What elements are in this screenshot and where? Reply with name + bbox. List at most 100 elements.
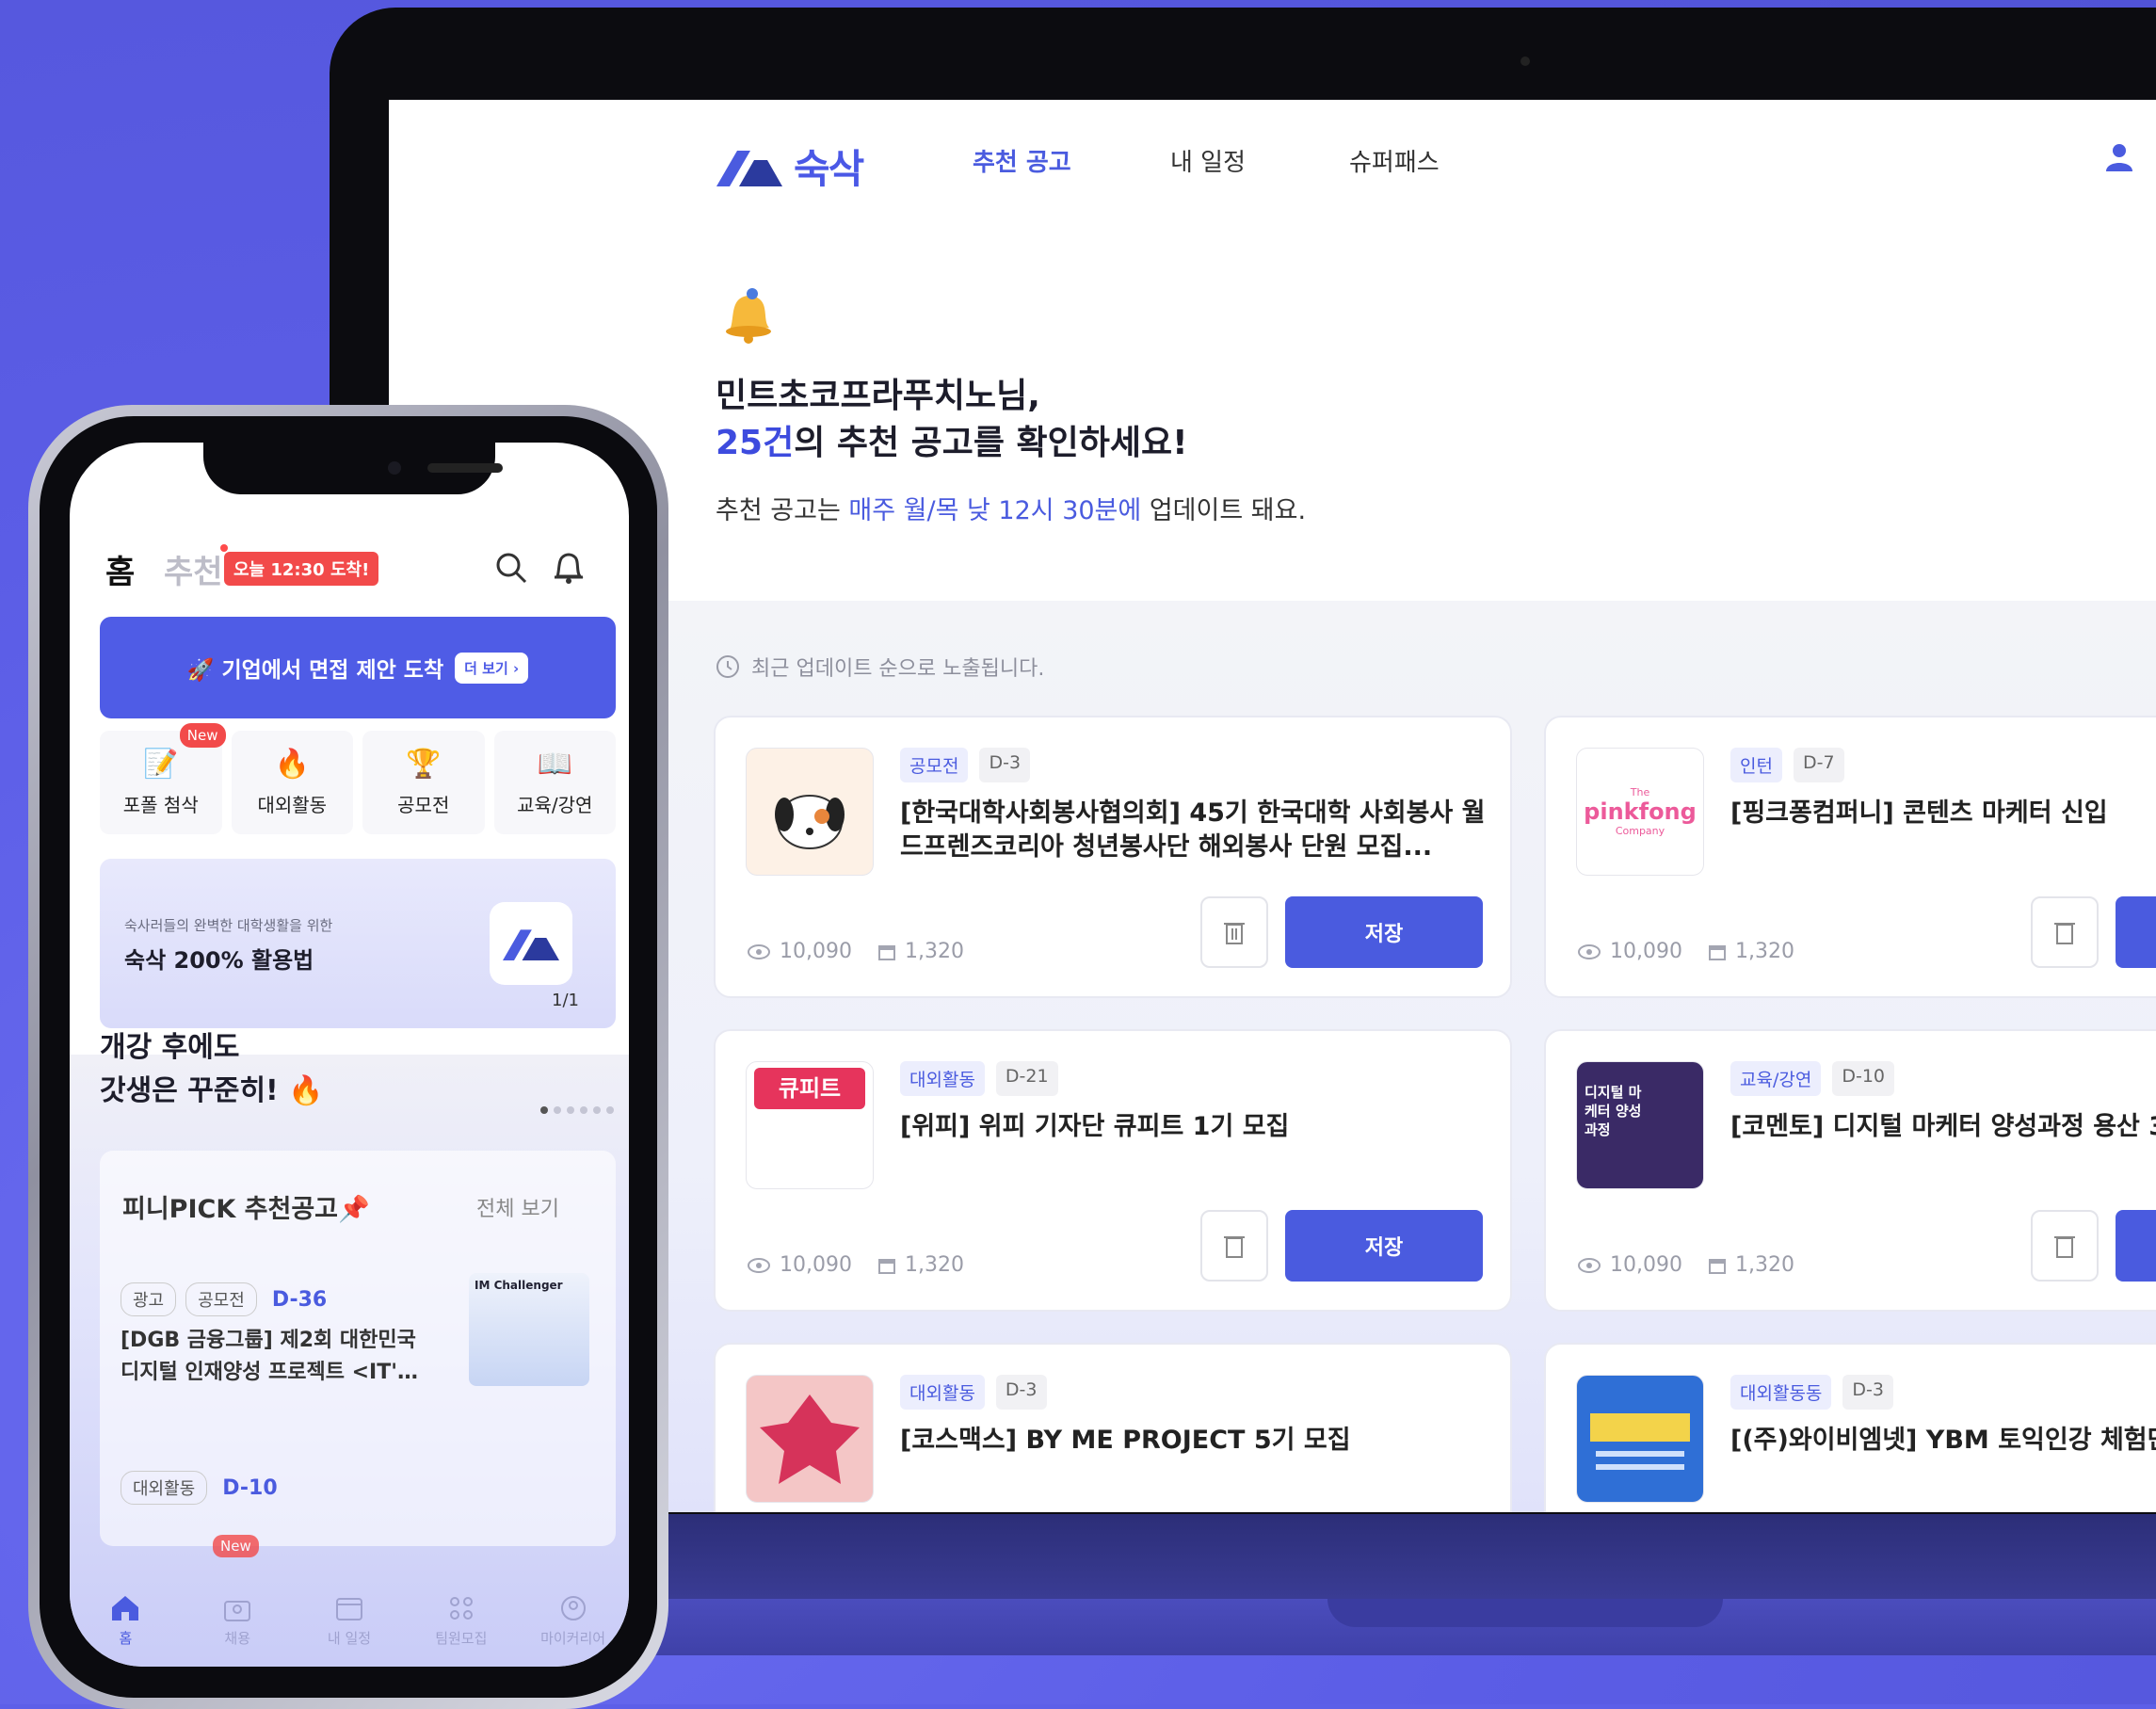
dday-badge: D-10: [222, 1475, 278, 1500]
delete-button[interactable]: [2031, 1210, 2099, 1282]
eye-icon: [748, 1257, 770, 1273]
briefcase-icon: [224, 1600, 251, 1621]
user-icon[interactable]: [2102, 139, 2136, 173]
category-shortcuts: 📝 포폴 첨삭 New 🔥 대외활동 🏆 공모전 📖 교육/강연: [100, 723, 616, 834]
trash-icon: [2054, 923, 2075, 944]
view-count: 10,090: [1610, 1253, 1682, 1277]
book-icon: 📖: [537, 748, 572, 781]
job-card[interactable]: The pinkfong Company 인턴 D-7 [핑크퐁컴퍼니] 콘텐츠 …: [1544, 716, 2156, 998]
tab-team[interactable]: 팀원모집: [405, 1574, 517, 1667]
nav-recommended-jobs[interactable]: 추천 공고: [973, 143, 1071, 178]
tab-recommend-title[interactable]: 추천: [164, 546, 223, 592]
logo-text: 숙삭: [794, 146, 864, 192]
category-label: 공모전: [397, 794, 450, 816]
nav-my-schedule[interactable]: 내 일정: [1170, 143, 1246, 178]
greeting-name: 민트초코프라푸치노님,: [716, 377, 1040, 415]
pick-item-title[interactable]: [DGB 금융그룹] 제2회 대한민국 디지털 인재양성 프로젝트 <IT'…: [121, 1325, 441, 1389]
save-button[interactable]: 저장: [1285, 896, 1483, 968]
banner-text: 🚀 기업에서 면접 제안 도착: [186, 658, 444, 683]
app-logo[interactable]: 숙삭: [716, 137, 864, 195]
pick-section: 피니PICK 추천공고📌 전체 보기 광고 공모전 D-36 [DGB 금융그룹…: [100, 1151, 616, 1546]
job-card[interactable]: 디지털 마케터 양성과정 교육/강연 D-10 [코멘토] 디지털 마케터 양성과…: [1544, 1029, 2156, 1312]
promo-carousel[interactable]: 숙사러들의 완벽한 대학생활을 위한 숙삭 200% 활용법 1/1: [100, 859, 616, 1028]
tab-label: 내 일정: [327, 1629, 372, 1647]
promo-caption: 숙사러들의 완벽한 대학생활을 위한: [124, 917, 333, 934]
update-suffix: 업데이트 돼요.: [1141, 496, 1307, 525]
tab-schedule[interactable]: 내 일정: [294, 1574, 406, 1667]
phone-speaker: [427, 463, 503, 473]
eye-icon: [1578, 1257, 1601, 1273]
bottom-tab-bar: 홈 채용 내 일정 팀원모집 마이커리어: [70, 1574, 629, 1667]
job-title[interactable]: [코멘토] 디지털 마케터 양성과정 용산 3: [1730, 1110, 2156, 1144]
trash-icon: [1224, 923, 1245, 944]
phone-bezel: 홈 추천 오늘 12:30 도착! 🚀 기업에서 면접 제안 도착 더 보기 ›…: [40, 416, 657, 1698]
category-activities[interactable]: 🔥 대외활동: [231, 731, 353, 834]
digital-poster-title: 디지털 마케터 양성과정: [1585, 1084, 1642, 1138]
promo-title: 숙삭 200% 활용법: [124, 947, 314, 974]
trash-icon: [1224, 1236, 1245, 1258]
tab-home-title[interactable]: 홈: [105, 546, 135, 592]
eye-icon: [1578, 943, 1601, 959]
job-stats: 10,090 1,320: [748, 940, 964, 963]
tab-my-career[interactable]: 마이커리어: [517, 1574, 629, 1667]
category-tag: 대외활동: [121, 1471, 208, 1505]
job-thumbnail: [746, 1375, 874, 1503]
dday-badge: D-36: [271, 1287, 328, 1312]
category-contests[interactable]: 🏆 공모전: [362, 731, 485, 834]
recommend-count: 25건: [716, 424, 795, 462]
cupid-poster-title: 큐피트: [754, 1068, 865, 1109]
view-all-link[interactable]: 전체 보기: [476, 1192, 559, 1222]
calendar-icon: [1708, 944, 1726, 960]
tab-jobs[interactable]: 채용: [182, 1574, 294, 1667]
search-icon[interactable]: [493, 550, 529, 586]
job-card[interactable]: 대외활동동 D-3 [(주)와이비엠넷] YBM 토익인강 체험단 즈 모집: [1544, 1343, 2156, 1512]
job-title[interactable]: [핑크퐁컴퍼니] 콘텐츠 마케터 신입: [1730, 797, 2156, 830]
tab-home[interactable]: 홈: [70, 1574, 182, 1667]
trophy-icon: 🏆: [406, 748, 442, 781]
job-title[interactable]: [코스맥스] BY ME PROJECT 5기 모집: [900, 1424, 1493, 1458]
pinkfong-logo-small: The: [1630, 786, 1650, 798]
dday-badge: D-10: [1832, 1061, 1894, 1096]
calendar-icon: [877, 1258, 895, 1274]
job-thumbnail: The pinkfong Company: [1576, 748, 1704, 876]
category-tag: 대외활동: [900, 1375, 985, 1410]
job-card[interactable]: 대외활동 D-3 [코스맥스] BY ME PROJECT 5기 모집: [714, 1343, 1512, 1512]
job-title[interactable]: [위피] 위피 기자단 큐피트 1기 모집: [900, 1110, 1493, 1144]
category-label: 교육/강연: [517, 794, 593, 816]
category-education[interactable]: 📖 교육/강연: [493, 731, 616, 834]
carousel-pager: 1/1: [552, 991, 579, 1010]
delete-button[interactable]: [1200, 896, 1268, 968]
ad-tag: 광고: [121, 1282, 177, 1316]
eye-icon: [748, 943, 770, 959]
delete-button[interactable]: [2031, 896, 2099, 968]
save-button[interactable]: 저장: [2116, 1210, 2156, 1282]
job-card[interactable]: 공모전 D-3 [한국대학사회봉사협의회] 45기 한국대학 사회봉사 월드프렌즈…: [714, 716, 1512, 998]
category-tag: 인턴: [1730, 748, 1782, 782]
home-icon: [112, 1595, 139, 1620]
pinkfong-logo-company: Company: [1615, 825, 1665, 837]
job-card[interactable]: 큐피트 대외활동 D-21 [위피] 위피 기자단 큐피트 1기 모집 10,09…: [714, 1029, 1512, 1312]
banner-more-button[interactable]: 더 보기 ›: [455, 652, 529, 684]
top-navigation: 숙삭 추천 공고 내 일정 슈퍼패스: [389, 100, 2156, 217]
save-button[interactable]: 저장: [2116, 896, 2156, 968]
nav-superpass[interactable]: 슈퍼패스: [1349, 143, 1440, 178]
logo-mark-icon: [716, 150, 782, 186]
pick-thumbnail-text: IM Challenger: [475, 1279, 563, 1292]
save-button[interactable]: 저장: [1285, 1210, 1483, 1282]
job-title[interactable]: [(주)와이비엠넷] YBM 토익인강 체험단 즈 모집: [1730, 1424, 2156, 1458]
sort-hint-text: 최근 업데이트 순으로 노출됩니다.: [751, 657, 1045, 681]
job-title[interactable]: [한국대학사회봉사협의회] 45기 한국대학 사회봉사 월드프렌즈코리아 청년봉…: [900, 797, 1493, 864]
phone-camera: [388, 461, 401, 475]
greeting-rest: 의 추천 공고를 확인하세요!: [794, 424, 1188, 462]
update-prefix: 추천 공고는: [716, 496, 849, 525]
job-thumbnail: [1576, 1375, 1704, 1503]
view-count: 10,090: [780, 1253, 852, 1277]
tab-label: 마이커리어: [540, 1629, 606, 1647]
delete-button[interactable]: [1200, 1210, 1268, 1282]
trash-icon: [2054, 1236, 2075, 1258]
category-portfolio[interactable]: 📝 포폴 첨삭 New: [100, 723, 226, 834]
pick-title: 피니PICK 추천공고📌: [122, 1195, 370, 1224]
view-count: 10,090: [780, 940, 852, 963]
bell-icon[interactable]: [550, 548, 586, 586]
interview-offer-banner[interactable]: 🚀 기업에서 면접 제안 도착 더 보기 ›: [100, 617, 616, 718]
